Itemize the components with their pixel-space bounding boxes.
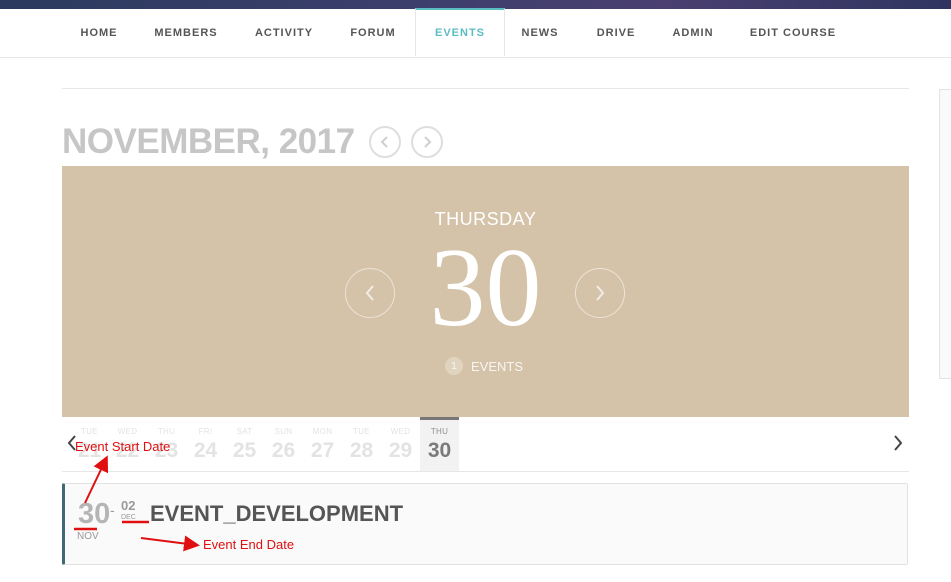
annotation-overlay [74, 455, 200, 552]
start-date-arrow [84, 455, 109, 504]
end-date-annotation: Event End Date [203, 537, 295, 552]
end-date-arrow [140, 535, 200, 552]
start-date-annotation: Event Start Date [75, 439, 171, 454]
